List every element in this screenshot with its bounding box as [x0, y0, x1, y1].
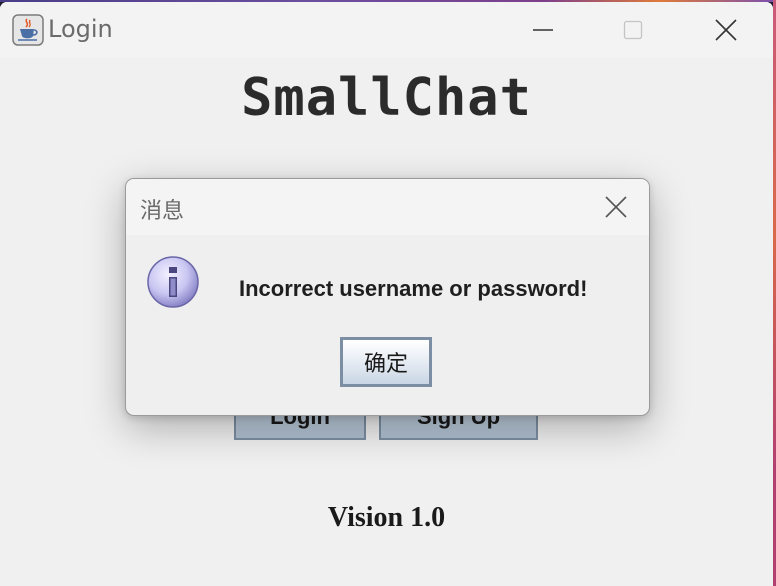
dialog-close-button[interactable]: [598, 189, 634, 225]
java-cup-icon: [12, 14, 44, 46]
close-button[interactable]: [703, 2, 749, 58]
app-title: SmallChat: [241, 68, 532, 128]
minimize-icon: [533, 29, 553, 31]
ok-button[interactable]: 确定: [340, 337, 432, 387]
info-icon: [147, 256, 199, 308]
window-title: Login: [48, 15, 113, 43]
version-label: Vision 1.0: [327, 502, 446, 533]
dialog-titlebar[interactable]: 消息: [126, 179, 649, 235]
dialog-title: 消息: [140, 199, 185, 224]
close-icon: [715, 19, 737, 41]
maximize-button[interactable]: [610, 2, 656, 58]
minimize-button[interactable]: [520, 2, 566, 58]
maximize-icon: [623, 20, 643, 40]
message-dialog: 消息 Incorrect username or password! 确定: [125, 178, 650, 416]
window-titlebar[interactable]: Login: [0, 2, 773, 58]
close-icon: [605, 196, 627, 218]
dialog-message: Incorrect username or password!: [239, 276, 588, 301]
